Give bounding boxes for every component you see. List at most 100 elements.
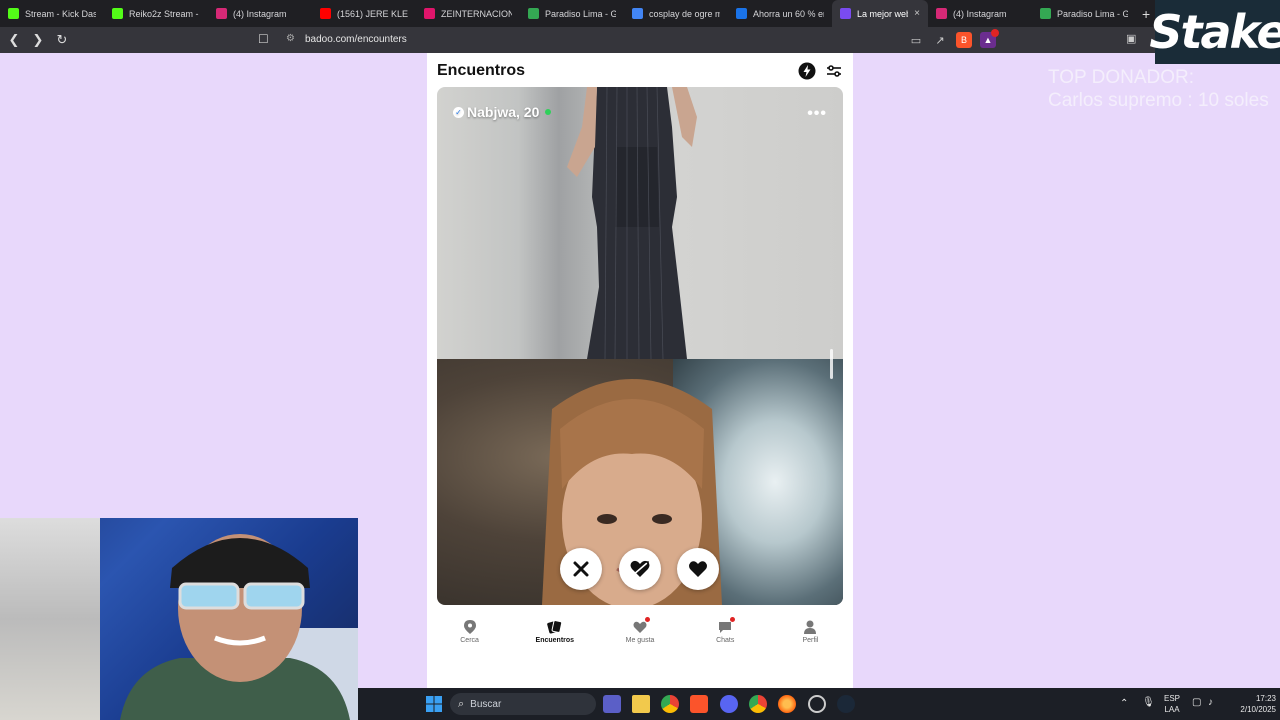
stake-logo-text: Stake	[1149, 5, 1280, 59]
windows-taskbar: ⌕ Buscar ⌃ 🎙 ESP LAA ▢ ♪ 17:23 2/10/2025	[358, 688, 1280, 720]
brave-rewards-icon[interactable]: ▲	[980, 29, 999, 48]
browser-toolbar: ❮ ❯ ↻ ☐ ⚙ badoo.com/encounters ▭ ↗ B ▲ ▣	[0, 27, 1280, 53]
nav-label: Perfil	[802, 637, 819, 644]
chrome-icon[interactable]	[661, 695, 679, 713]
language-indicator[interactable]: ESP LAA	[1164, 693, 1180, 715]
tab-title: Paradiso Lima - Go	[1057, 8, 1128, 19]
browser-tab[interactable]: ZEINTERNACIONAL	[416, 0, 520, 27]
heart-icon	[689, 561, 707, 577]
tray-expand-icon[interactable]: ⌃	[1120, 698, 1128, 709]
chat-icon	[717, 617, 736, 635]
nav-label: Me gusta	[625, 637, 655, 644]
bookmark-icon[interactable]: ☐	[258, 32, 269, 46]
nav-item-cerca[interactable]: Cerca	[427, 619, 512, 659]
close-icon	[573, 561, 589, 577]
back-icon[interactable]: ❮	[4, 30, 24, 50]
more-options-icon[interactable]: •••	[807, 105, 827, 123]
dislike-button[interactable]	[560, 548, 602, 590]
instagram-icon	[216, 8, 227, 19]
tab-title: (4) Instagram	[233, 8, 287, 19]
crush-button[interactable]	[619, 548, 661, 590]
chrome-alt-icon[interactable]	[749, 695, 767, 713]
location-pin-icon	[462, 619, 478, 635]
stake-logo: Stake	[1149, 0, 1280, 64]
file-explorer-icon[interactable]	[632, 695, 650, 713]
heart-arrow-icon	[630, 560, 650, 577]
tab-title: (1561) JERE KLEIN X	[337, 8, 408, 19]
person-icon	[802, 619, 818, 635]
browser-tab-strip: Stream - Kick Dashb Reiko2z Stream - W (4)…	[0, 0, 1280, 27]
filters-icon[interactable]	[825, 62, 843, 80]
search-icon: ⌕	[458, 697, 465, 710]
browser-tab[interactable]: Stream - Kick Dashb	[0, 0, 104, 27]
browser-tab[interactable]: Reiko2z Stream - W	[104, 0, 208, 27]
notification-dot	[730, 617, 736, 622]
browser-tab[interactable]: (1561) JERE KLEIN X	[312, 0, 416, 27]
microphone-icon[interactable]: 🎙	[1142, 697, 1155, 708]
address-bar[interactable]: badoo.com/encounters	[305, 34, 407, 45]
instagram-icon	[936, 8, 947, 19]
badoo-icon	[840, 8, 851, 19]
teams-icon[interactable]	[603, 695, 621, 713]
obs-icon[interactable]	[808, 695, 826, 713]
browser-tab[interactable]: (4) Instagram	[928, 0, 1032, 27]
brave-icon[interactable]	[690, 695, 708, 713]
online-status-dot	[545, 109, 552, 115]
photo-figure	[567, 87, 697, 359]
notification-dot	[645, 617, 650, 622]
tab-title: ZEINTERNACIONAL	[441, 8, 512, 19]
close-tab-icon[interactable]: ×	[914, 8, 920, 19]
discord-icon[interactable]	[720, 695, 738, 713]
youtube-icon	[320, 8, 331, 19]
volume-icon[interactable]: ♪	[1208, 697, 1213, 708]
tab-title: La mejor web/a	[857, 8, 908, 19]
lightning-boost-icon[interactable]	[798, 62, 816, 80]
steam-icon[interactable]	[837, 695, 855, 713]
search-placeholder: Buscar	[470, 698, 502, 710]
nav-item-perfil[interactable]: Perfil	[768, 619, 853, 659]
network-icon[interactable]: ▢	[1192, 697, 1201, 708]
tab-title: Reiko2z Stream - W	[129, 8, 200, 19]
google-icon	[632, 8, 643, 19]
donor-title: TOP DONADOR:	[1048, 67, 1195, 88]
sidebar-icon[interactable]: ▣	[1126, 32, 1136, 45]
firefox-icon[interactable]	[778, 695, 796, 713]
badoo-encounters-page: Encuentros ✓ Nabjwa, 20 ••• Cerca Encuen…	[427, 53, 853, 688]
brave-shield-icon[interactable]: B	[956, 32, 972, 48]
lang-top: ESP	[1164, 694, 1181, 703]
check-icon	[736, 8, 747, 19]
browser-tab[interactable]: (4) Instagram	[208, 0, 312, 27]
maps-pin-icon	[528, 8, 539, 19]
verified-icon: ✓	[453, 106, 464, 118]
like-button[interactable]	[677, 548, 719, 590]
cast-icon[interactable]: ▭	[908, 32, 924, 48]
browser-tab[interactable]: Paradiso Lima - Go	[520, 0, 624, 27]
reload-icon[interactable]: ↻	[52, 30, 72, 50]
site-info-icon[interactable]: ⚙	[286, 33, 295, 44]
profile-card[interactable]: ✓ Nabjwa, 20 •••	[437, 87, 843, 605]
windows-start-icon[interactable]	[425, 695, 443, 713]
nav-label: Chats	[716, 637, 735, 644]
system-clock[interactable]: 17:23 2/10/2025	[1220, 693, 1276, 715]
bottom-navigation: Cerca Encuentros Me gusta Chats Perfil	[427, 617, 853, 659]
nav-item-encuentros[interactable]: Encuentros	[512, 619, 597, 659]
share-icon[interactable]: ↗	[932, 32, 948, 48]
browser-tab[interactable]: Ahorra un 60 % en	[728, 0, 832, 27]
heart-icon	[632, 617, 650, 635]
browser-tab[interactable]: La mejor web/a ×	[832, 0, 928, 27]
browser-tab[interactable]: Paradiso Lima - Go	[1032, 0, 1136, 27]
zein-icon	[424, 8, 435, 19]
action-buttons	[437, 548, 843, 592]
nav-item-me-gusta[interactable]: Me gusta	[597, 617, 682, 659]
tab-title: (4) Instagram	[953, 8, 1007, 19]
forward-icon[interactable]: ❯	[28, 30, 48, 50]
nav-label: Cerca	[460, 637, 479, 644]
nav-item-chats[interactable]: Chats	[683, 617, 768, 659]
browser-tab[interactable]: cosplay de ogre ma	[624, 0, 728, 27]
webcam-background	[0, 518, 100, 720]
photo-scroll-indicator	[830, 349, 833, 379]
taskbar-search[interactable]: ⌕ Buscar	[450, 693, 596, 715]
tab-title: Paradiso Lima - Go	[545, 8, 616, 19]
webcam-person	[120, 534, 358, 720]
page-title: Encuentros	[437, 62, 526, 79]
